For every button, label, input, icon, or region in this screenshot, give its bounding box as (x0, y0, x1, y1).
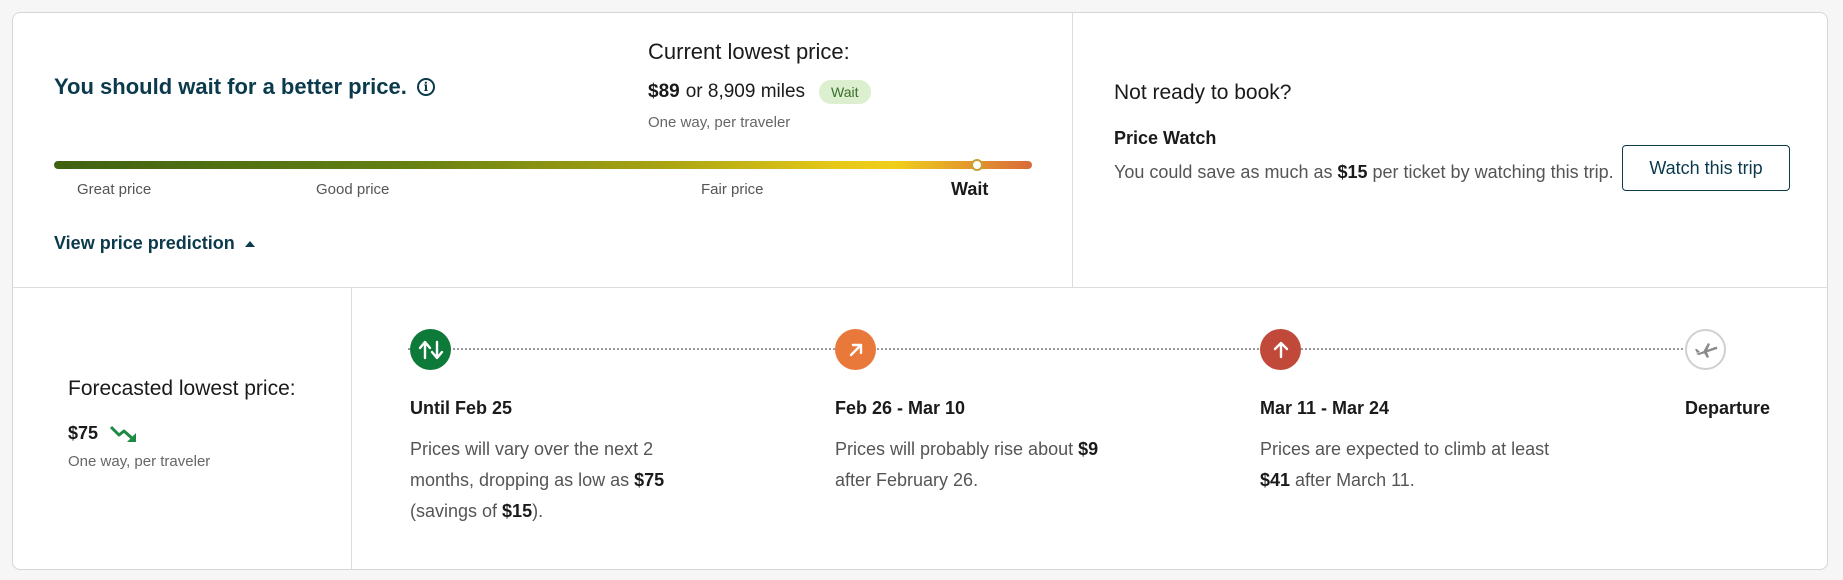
arrow-up-icon (1260, 329, 1301, 370)
price-watch-desc-pre: You could save as much as (1114, 162, 1338, 182)
view-price-prediction-label: View price prediction (54, 233, 235, 253)
timeline-text: ). (532, 501, 544, 521)
timeline-title: Mar 11 - Mar 24 (1260, 398, 1390, 418)
timeline-amount: $41 (1260, 470, 1291, 490)
timeline-title: Feb 26 - Mar 10 (835, 398, 966, 418)
timeline-text: after March 11. (1290, 470, 1415, 490)
trending-down-icon (110, 425, 137, 442)
current-price-miles: or 8,909 miles (685, 81, 806, 102)
timeline-text: Prices are expected to climb at least (1260, 439, 1550, 459)
bar-label-great: Great price (77, 181, 152, 198)
timeline-description: Prices will vary over the next 2 months,… (410, 434, 700, 527)
arrow-up-right-icon (835, 329, 876, 370)
not-ready-title: Not ready to book? (1114, 81, 1292, 104)
divider (351, 288, 352, 569)
timeline-connector (408, 348, 1711, 350)
timeline-description: Prices are expected to climb at least $4… (1260, 434, 1550, 496)
caret-up-icon (244, 240, 255, 247)
current-price-note: One way, per traveler (648, 114, 791, 131)
bar-label-fair: Fair price (701, 181, 764, 198)
forecast-note: One way, per traveler (68, 453, 211, 470)
bar-label-good: Good price (316, 181, 390, 198)
info-icon[interactable]: i (416, 78, 435, 96)
current-price-title: Current lowest price: (648, 39, 850, 64)
current-price-value: $89 (648, 81, 680, 102)
timeline-title: Departure (1685, 398, 1771, 418)
price-watch-description: You could save as much as $15 per ticket… (1114, 159, 1614, 186)
forecast-price: $75 (68, 423, 138, 444)
timeline-text: Prices will probably rise about (835, 439, 1079, 459)
timeline-amount: $9 (1078, 439, 1099, 459)
divider (1072, 13, 1073, 287)
bar-label-wait: Wait (951, 179, 989, 199)
view-price-prediction-link[interactable]: View price prediction (54, 233, 255, 254)
recommendation-text: You should wait for a better price. (54, 74, 407, 99)
current-price: $89 or 8,909 miles Wait (648, 80, 871, 104)
divider (13, 287, 1827, 288)
recommendation: You should wait for a better price. i (54, 74, 435, 100)
airplane-icon (1685, 329, 1726, 370)
timeline-title: Until Feb 25 (410, 398, 513, 418)
timeline-amount: $15 (502, 501, 533, 521)
arrows-up-down-icon (410, 329, 451, 370)
price-watch-title: Price Watch (1114, 128, 1217, 148)
forecast-title: Forecasted lowest price: (68, 377, 296, 400)
price-range-marker (971, 159, 983, 171)
status-badge: Wait (819, 80, 871, 104)
price-range-bar (54, 161, 1032, 169)
forecast-price-value: $75 (68, 423, 99, 443)
timeline-text: (savings of (410, 501, 503, 521)
price-insights-card: You should wait for a better price. i Cu… (12, 12, 1828, 570)
timeline-description: Prices will probably rise about $9 after… (835, 434, 1125, 496)
timeline-amount: $75 (634, 470, 665, 490)
price-watch-desc-post: per ticket by watching this trip. (1367, 162, 1614, 182)
watch-trip-button[interactable]: Watch this trip (1622, 145, 1790, 191)
timeline-text: after February 26. (835, 470, 979, 490)
timeline-text: Prices will vary over the next 2 months,… (410, 439, 654, 490)
price-watch-savings: $15 (1337, 162, 1368, 182)
